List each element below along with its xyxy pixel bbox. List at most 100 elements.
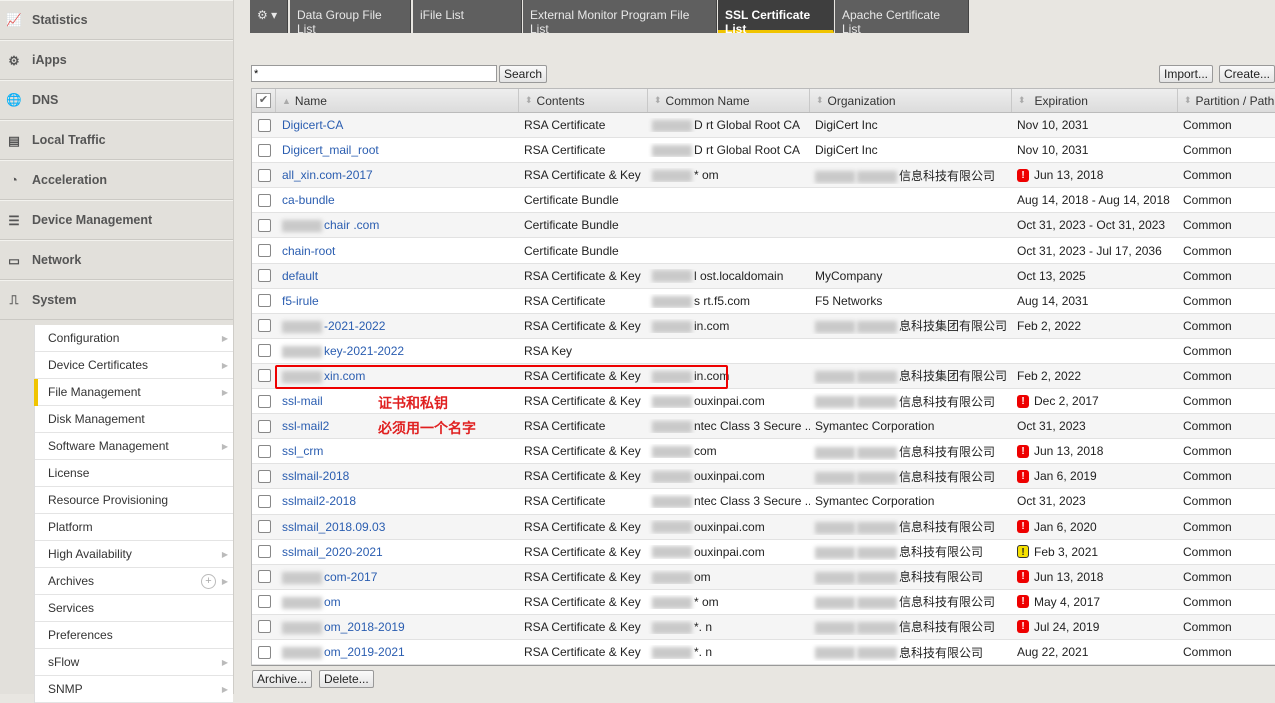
nav-dns[interactable]: 🌐 DNS (0, 80, 233, 120)
submenu-services[interactable]: Services (35, 595, 233, 622)
expiration-cell: Aug 14, 2031 (1017, 293, 1089, 308)
submenu-configuration[interactable]: Configuration ▶ (35, 325, 233, 352)
annotation-line-2: 必须用一个名字 (378, 420, 476, 436)
redacted-block (652, 596, 692, 609)
nav-system[interactable]: ⎍ System (0, 280, 233, 320)
certificate-name-link[interactable]: Digicert-CA (282, 118, 343, 132)
certificate-name-link[interactable]: ssl_crm (282, 444, 323, 458)
submenu-sflow[interactable]: sFlow ▶ (35, 649, 233, 676)
search-button[interactable]: Search (499, 65, 548, 83)
row-checkbox[interactable] (257, 269, 271, 283)
row-checkbox[interactable] (257, 394, 271, 408)
expiration-cell: Jul 24, 2019 (1034, 619, 1100, 634)
delete-button[interactable]: Delete... (319, 670, 374, 688)
row-checkbox[interactable] (257, 369, 271, 383)
nav-device-management[interactable]: ☰ Device Management (0, 200, 233, 240)
search-input[interactable] (251, 65, 497, 82)
certificate-name-link[interactable]: com-2017 (324, 570, 377, 584)
row-checkbox[interactable] (257, 294, 271, 308)
contents-cell: RSA Certificate & Key (524, 168, 641, 183)
submenu-device-certificates[interactable]: Device Certificates ▶ (35, 352, 233, 379)
nav-local-traffic[interactable]: ▤ Local Traffic (0, 120, 233, 160)
nav-acceleration[interactable]: ◔ Acceleration (0, 160, 233, 200)
certificate-name-link[interactable]: ssl-mail (282, 394, 323, 408)
partition-cell: Common (1183, 318, 1232, 333)
submenu-label: Services (48, 601, 95, 615)
row-checkbox[interactable] (257, 494, 271, 508)
submenu-preferences[interactable]: Preferences (35, 622, 233, 649)
row-checkbox[interactable] (257, 444, 271, 458)
row-checkbox[interactable] (257, 143, 271, 157)
certificate-name-link[interactable]: Digicert_mail_root (282, 143, 379, 157)
archive-button[interactable]: Archive... (252, 670, 313, 688)
submenu-resource-provisioning[interactable]: Resource Provisioning (35, 487, 233, 514)
row-checkbox[interactable] (257, 319, 271, 333)
certificate-name-link[interactable]: ssl-mail2 (282, 419, 329, 433)
certificate-name-link[interactable]: om (324, 595, 341, 609)
row-checkbox[interactable] (257, 193, 271, 207)
submenu-snmp[interactable]: SNMP ▶ (35, 676, 233, 703)
tab-ifile-list[interactable]: iFile List (413, 0, 522, 33)
submenu-file-management[interactable]: File Management ▶ (34, 379, 233, 406)
certificate-name-link[interactable]: chain-root (282, 244, 335, 258)
row-checkbox[interactable] (257, 520, 271, 534)
row-checkbox[interactable] (257, 570, 271, 584)
tab-apache-certificate-list[interactable]: Apache Certificate List (835, 0, 969, 36)
table-row: ssl_crm RSA Certificate & Key com 信息科技有限… (252, 439, 1275, 465)
create-button[interactable]: Create... (1219, 65, 1275, 83)
certificate-name-link[interactable]: sslmail-2018 (282, 469, 349, 483)
certificate-name-link[interactable]: sslmail_2020-2021 (282, 545, 383, 559)
certificate-name-link[interactable]: xin.com (324, 369, 365, 383)
redacted-block (652, 370, 692, 383)
submenu-disk-management[interactable]: Disk Management (35, 406, 233, 433)
gear-menu-button[interactable]: ⚙ ▾ (250, 0, 288, 33)
tab-data-group-file-list[interactable]: Data Group File List (290, 0, 411, 36)
certificate-name-link[interactable]: key-2021-2022 (324, 344, 404, 358)
chevron-right-icon: ▶ (221, 333, 228, 343)
submenu-license[interactable]: License (35, 460, 233, 487)
column-organization[interactable]: ⬍ Organization (810, 89, 1012, 112)
certificate-name-link[interactable]: om_2019-2021 (324, 645, 405, 659)
row-checkbox[interactable] (257, 620, 271, 634)
certificate-name-link[interactable]: sslmail2-2018 (282, 494, 356, 508)
row-checkbox[interactable] (257, 419, 271, 433)
submenu-software-management[interactable]: Software Management ▶ (35, 433, 233, 460)
row-checkbox[interactable] (257, 469, 271, 483)
certificate-name-link[interactable]: chair .com (324, 218, 379, 232)
row-checkbox[interactable] (257, 244, 271, 258)
add-icon[interactable]: + (201, 573, 216, 589)
redacted-block (282, 596, 322, 609)
nav-iapps[interactable]: ⚙ iApps (0, 40, 233, 80)
row-checkbox[interactable] (257, 545, 271, 559)
certificate-name-link[interactable]: default (282, 269, 318, 283)
redacted-block (815, 597, 855, 610)
select-all-checkbox[interactable]: ✔ (252, 89, 276, 112)
row-checkbox[interactable] (257, 218, 271, 232)
certificate-name-link[interactable]: om_2018-2019 (324, 620, 405, 634)
certificate-name-link[interactable]: sslmail_2018.09.03 (282, 520, 385, 534)
submenu-high-availability[interactable]: High Availability ▶ (35, 541, 233, 568)
certificate-name-link[interactable]: ca-bundle (282, 193, 335, 207)
import-button[interactable]: Import... (1159, 65, 1214, 83)
column-name[interactable]: ▲ Name (276, 89, 519, 112)
column-contents[interactable]: ⬍ Contents (519, 89, 648, 112)
row-checkbox[interactable] (257, 645, 271, 659)
row-checkbox[interactable] (257, 344, 271, 358)
tab-ssl-certificate-list[interactable]: SSL Certificate List (718, 0, 834, 36)
row-checkbox[interactable] (257, 595, 271, 609)
expiration-cell: Oct 31, 2023 (1017, 494, 1086, 509)
nav-network[interactable]: ▭ Network (0, 240, 233, 280)
tab-external-monitor-program-file-list[interactable]: External Monitor Program File List (523, 0, 717, 36)
submenu-archives[interactable]: Archives + ▶ (35, 568, 233, 595)
table-row: om_2018-2019 RSA Certificate & Key *. n … (252, 614, 1275, 640)
column-common-name[interactable]: ⬍ Common Name (648, 89, 810, 112)
certificate-name-link[interactable]: f5-irule (282, 294, 319, 308)
certificate-name-link[interactable]: all_xin.com-2017 (282, 168, 373, 182)
submenu-platform[interactable]: Platform (35, 514, 233, 541)
row-checkbox[interactable] (257, 168, 271, 182)
nav-statistics[interactable]: 📈 Statistics (0, 0, 233, 40)
column-expiration[interactable]: ⬍ Expiration (1012, 89, 1178, 112)
certificate-name-link[interactable]: -2021-2022 (324, 319, 385, 333)
row-checkbox[interactable] (257, 118, 271, 132)
column-partition[interactable]: ⬍ Partition / Path (1178, 89, 1275, 112)
